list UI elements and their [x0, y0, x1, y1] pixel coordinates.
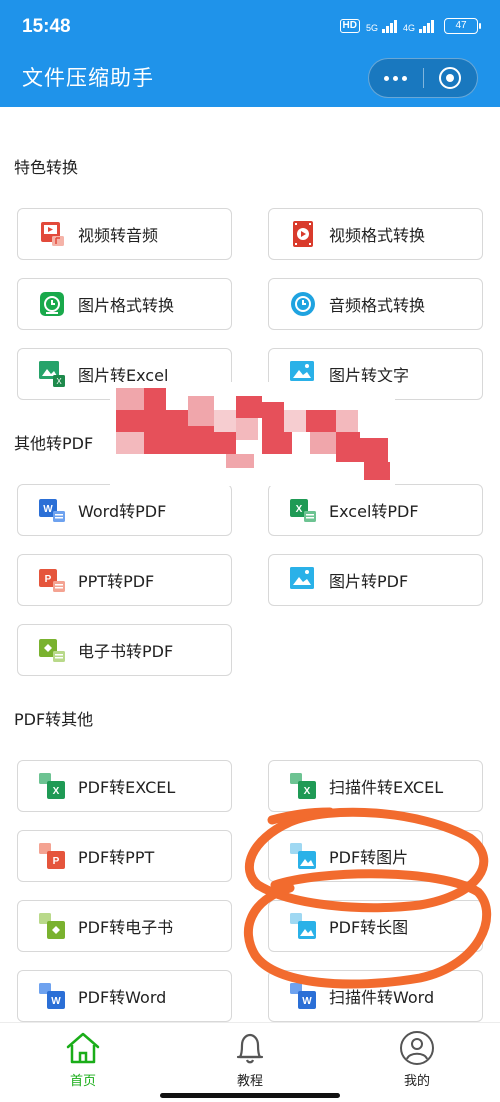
tile-label: PDF转EXCEL [78, 778, 176, 797]
image-format-icon [40, 292, 64, 316]
target-icon [439, 67, 462, 89]
tab-label: 首页 [69, 1074, 96, 1089]
svg-text:X: X [56, 377, 62, 386]
video-to-audio-icon [41, 222, 64, 246]
tile-pdf-to-ebook[interactable]: PDF转电子书 [17, 900, 232, 952]
tile-excel-to-pdf[interactable]: X Excel转PDF [268, 484, 483, 536]
tile-pdf-to-image[interactable]: PDF转图片 [268, 830, 483, 882]
tab-mine[interactable]: 我的 [367, 1029, 467, 1089]
excel-to-pdf-icon: X [290, 499, 316, 522]
tile-label: 图片格式转换 [78, 296, 175, 315]
pdf-to-ppt-icon: P [39, 843, 65, 869]
tile-scan-to-word[interactable]: W 扫描件转Word [268, 970, 483, 1022]
tile-scan-to-excel[interactable]: X 扫描件转EXCEL [268, 760, 483, 812]
home-icon [66, 1032, 100, 1064]
tab-label: 教程 [236, 1074, 263, 1089]
tile-label: PPT转PDF [78, 572, 155, 591]
tile-label: 视频转音频 [78, 226, 159, 245]
tile-video-format[interactable]: 视频格式转换 [268, 208, 483, 260]
more-button[interactable] [369, 58, 423, 98]
pdf-to-word-icon: W [39, 983, 65, 1009]
scan-to-word-icon: W [290, 983, 316, 1009]
pdf-to-excel-icon: X [39, 773, 65, 799]
audio-format-icon [291, 292, 315, 316]
tile-label: 电子书转PDF [78, 642, 174, 661]
battery-level: 47 [455, 20, 467, 31]
signal-5g-icon: 5G [366, 19, 397, 33]
bell-icon [236, 1033, 264, 1064]
home-indicator [160, 1093, 340, 1098]
tile-pdf-to-word[interactable]: W PDF转Word [17, 970, 232, 1022]
more-dots-icon [384, 75, 408, 81]
image-to-pdf-icon [290, 567, 314, 589]
tile-label: 图片转PDF [329, 572, 409, 591]
tile-label: 视频格式转换 [329, 226, 426, 245]
tab-label: 我的 [403, 1074, 430, 1089]
close-button[interactable] [423, 58, 477, 98]
page-title: 文件压缩助手 [22, 66, 154, 90]
video-format-icon [293, 221, 313, 247]
ppt-to-pdf-icon: P [39, 569, 65, 592]
pdf-to-long-image-icon [290, 913, 316, 939]
svg-text:X: X [304, 786, 311, 797]
svg-text:W: W [51, 996, 61, 1007]
tile-image-format[interactable]: 图片格式转换 [17, 278, 232, 330]
hd-badge: HD [339, 19, 360, 33]
tile-label: PDF转Word [78, 988, 167, 1007]
tile-label: PDF转电子书 [78, 918, 174, 937]
tile-image-to-pdf[interactable]: 图片转PDF [268, 554, 483, 606]
tile-ebook-to-pdf[interactable]: 电子书转PDF [17, 624, 232, 676]
svg-text:W: W [43, 504, 53, 515]
tab-tutorial[interactable]: 教程 [200, 1029, 300, 1089]
tile-label: 音频格式转换 [329, 296, 426, 315]
svg-text:X: X [296, 504, 303, 515]
svg-text:W: W [302, 996, 312, 1007]
tile-pdf-to-long-image[interactable]: PDF转长图 [268, 900, 483, 952]
tile-word-to-pdf[interactable]: W Word转PDF [17, 484, 232, 536]
pdf-to-ebook-icon [39, 913, 65, 939]
signal-4g-icon: 4G [403, 19, 434, 33]
tile-video-to-audio[interactable]: 视频转音频 [17, 208, 232, 260]
battery-icon: 47 [444, 18, 481, 34]
scan-to-excel-icon: X [290, 773, 316, 799]
status-icons: HD 5G 4G 47 [339, 18, 481, 34]
word-to-pdf-icon: W [39, 499, 65, 522]
section-title-to-pdf: 其他转PDF [14, 434, 94, 453]
section-title-featured: 特色转换 [14, 158, 79, 177]
app-header: 15:48 HD 5G 4G 47 文件压缩助手 [0, 0, 500, 107]
user-icon [400, 1031, 434, 1065]
redaction-mosaic [110, 382, 395, 486]
svg-text:P: P [53, 856, 60, 867]
tile-pdf-to-ppt[interactable]: P PDF转PPT [17, 830, 232, 882]
svg-text:X: X [53, 786, 60, 797]
tile-label: Word转PDF [78, 502, 167, 521]
status-time: 15:48 [22, 16, 71, 37]
tile-pdf-to-excel[interactable]: X PDF转EXCEL [17, 760, 232, 812]
tile-label: 扫描件转Word [329, 988, 435, 1007]
tile-audio-format[interactable]: 音频格式转换 [268, 278, 483, 330]
tile-ppt-to-pdf[interactable]: P PPT转PDF [17, 554, 232, 606]
mini-program-capsule [368, 58, 478, 98]
tile-label: Excel转PDF [329, 502, 419, 521]
tile-label: PDF转PPT [78, 848, 155, 867]
tab-home[interactable]: 首页 [33, 1029, 133, 1089]
tab-bar: 首页 教程 我的 [0, 1022, 500, 1102]
tile-label: PDF转长图 [329, 918, 409, 937]
ebook-to-pdf-icon [39, 639, 65, 662]
tile-label: 扫描件转EXCEL [329, 778, 444, 797]
tile-label: PDF转图片 [329, 848, 409, 867]
pdf-to-image-icon [290, 843, 316, 869]
svg-text:P: P [45, 574, 52, 585]
image-to-excel-icon: X [39, 361, 65, 387]
section-title-from-pdf: PDF转其他 [14, 710, 94, 729]
